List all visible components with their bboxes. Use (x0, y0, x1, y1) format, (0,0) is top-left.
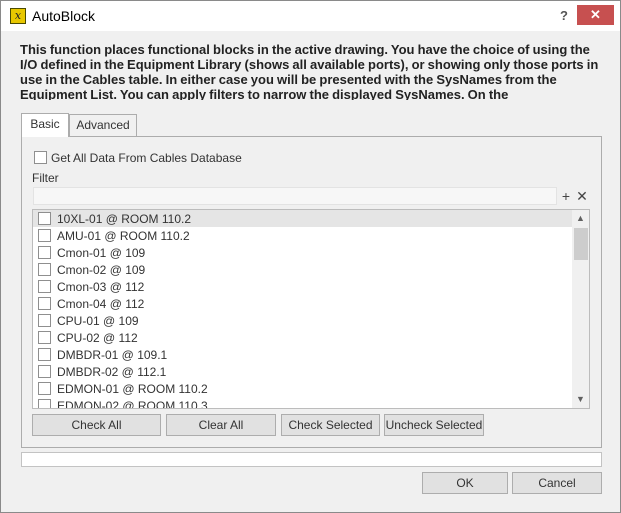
list-item-label: EDMON-01 @ ROOM 110.2 (57, 382, 208, 396)
get-all-data-label: Get All Data From Cables Database (51, 151, 242, 165)
list-item[interactable]: Cmon-03 @ 112 (33, 278, 573, 295)
list-item-label: Cmon-03 @ 112 (57, 280, 145, 294)
scroll-up-icon[interactable]: ▲ (572, 210, 589, 227)
close-button[interactable]: ✕ (577, 5, 614, 25)
list-item[interactable]: EDMON-01 @ ROOM 110.2 (33, 380, 573, 397)
list-item-checkbox[interactable] (38, 246, 51, 259)
list-item[interactable]: DMBDR-02 @ 112.1 (33, 363, 573, 380)
list-item-label: CPU-01 @ 109 (57, 314, 139, 328)
list-item[interactable]: CPU-02 @ 112 (33, 329, 573, 346)
plus-icon[interactable]: + (559, 187, 573, 205)
list-item-checkbox[interactable] (38, 212, 51, 225)
list-scrollbar[interactable]: ▲ ▼ (572, 210, 589, 408)
window-title: AutoBlock (32, 8, 96, 24)
title-bar: x AutoBlock ? ✕ (1, 1, 620, 31)
help-button[interactable]: ? (554, 6, 574, 26)
list-item[interactable]: EDMON-02 @ ROOM 110.3 (33, 397, 573, 409)
autoblock-logo-icon: x (10, 8, 26, 24)
sysname-list[interactable]: 10XL-01 @ ROOM 110.2 AMU-01 @ ROOM 110.2… (32, 209, 590, 409)
list-item[interactable]: 10XL-01 @ ROOM 110.2 (33, 210, 573, 227)
list-item[interactable]: CPU-01 @ 109 (33, 312, 573, 329)
status-bar (21, 452, 602, 467)
ok-button[interactable]: OK (422, 472, 508, 494)
filter-label: Filter (32, 171, 59, 185)
list-item-checkbox[interactable] (38, 348, 51, 361)
list-item-label: 10XL-01 @ ROOM 110.2 (57, 212, 192, 226)
list-item[interactable]: Cmon-02 @ 109 (33, 261, 573, 278)
scroll-thumb[interactable] (574, 228, 588, 260)
list-item[interactable]: Cmon-01 @ 109 (33, 244, 573, 261)
list-item-label: DMBDR-02 @ 112.1 (57, 365, 167, 379)
tab-basic[interactable]: Basic (21, 113, 69, 137)
list-item-checkbox[interactable] (38, 399, 51, 408)
list-item-checkbox[interactable] (38, 280, 51, 293)
list-item-label: Cmon-01 @ 109 (57, 246, 146, 260)
description-text: This function places functional blocks i… (20, 42, 599, 100)
tab-advanced[interactable]: Advanced (69, 114, 137, 136)
list-item-checkbox[interactable] (38, 314, 51, 327)
scroll-down-icon[interactable]: ▼ (572, 391, 589, 408)
filter-input[interactable] (33, 187, 557, 205)
close-icon[interactable]: ✕ (575, 187, 589, 205)
list-item-label: CPU-02 @ 112 (57, 331, 138, 345)
cancel-button[interactable]: Cancel (512, 472, 602, 494)
list-item-label: Cmon-02 @ 109 (57, 263, 146, 277)
list-item[interactable]: AMU-01 @ ROOM 110.2 (33, 227, 573, 244)
clear-all-button[interactable]: Clear All (166, 414, 276, 436)
list-item-checkbox[interactable] (38, 382, 51, 395)
list-item-checkbox[interactable] (38, 297, 51, 310)
list-item-label: AMU-01 @ ROOM 110.2 (57, 229, 190, 243)
list-item[interactable]: Cmon-04 @ 112 (33, 295, 573, 312)
get-all-data-checkbox[interactable] (34, 151, 47, 164)
uncheck-selected-button[interactable]: Uncheck Selected (384, 414, 484, 436)
check-selected-button[interactable]: Check Selected (281, 414, 380, 436)
list-item-checkbox[interactable] (38, 365, 51, 378)
list-item[interactable]: DMBDR-01 @ 109.1 (33, 346, 573, 363)
list-item-label: DMBDR-01 @ 109.1 (57, 348, 168, 362)
list-item-checkbox[interactable] (38, 331, 51, 344)
autoblock-dialog: x AutoBlock ? ✕ This function places fun… (0, 0, 621, 513)
list-item-label: Cmon-04 @ 112 (57, 297, 145, 311)
list-item-checkbox[interactable] (38, 229, 51, 242)
list-item-checkbox[interactable] (38, 263, 51, 276)
list-item-label: EDMON-02 @ ROOM 110.3 (57, 399, 208, 409)
check-all-button[interactable]: Check All (32, 414, 161, 436)
